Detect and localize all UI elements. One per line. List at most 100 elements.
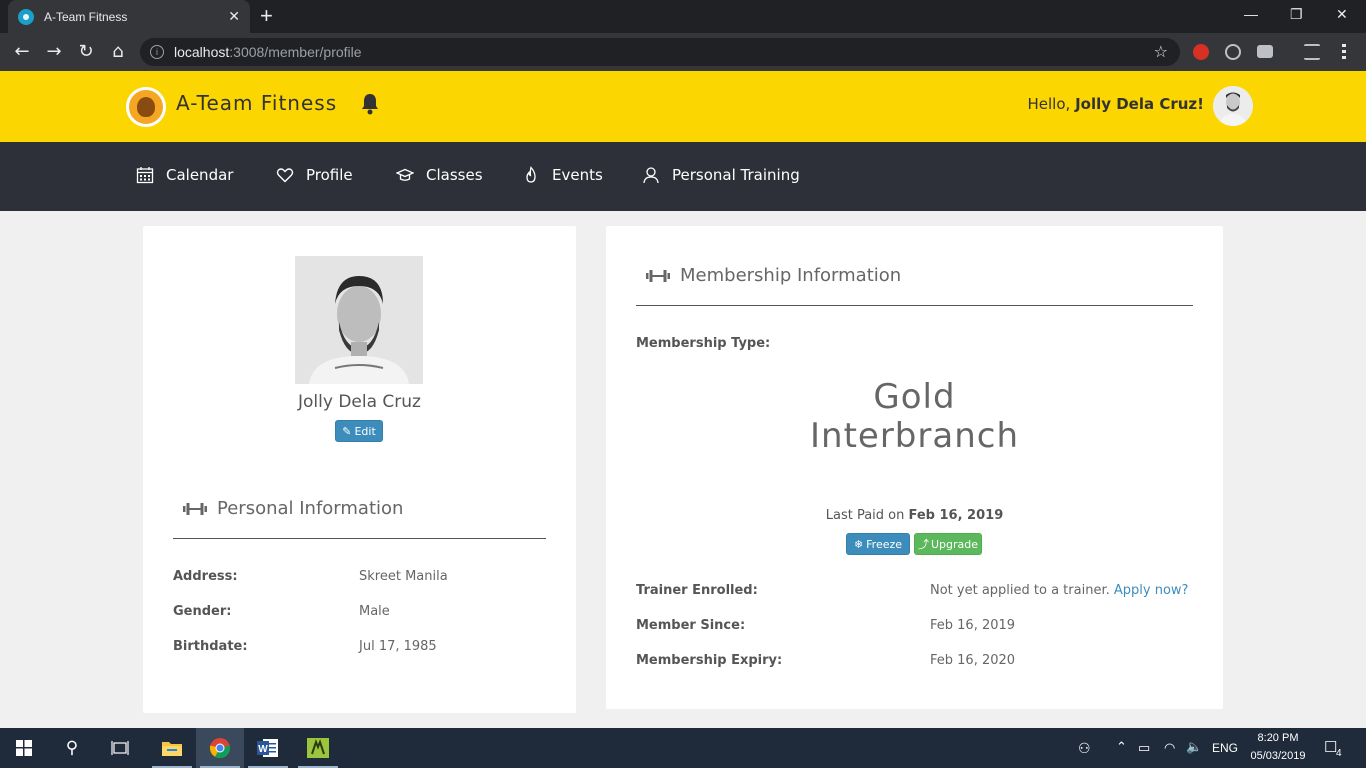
url-path: :3008/member/profile (229, 44, 362, 60)
nav-label-personal-training: Personal Training (672, 166, 800, 184)
browser-toolbar: ← → ↻ ⌂ i localhost:3008/member/profile … (0, 33, 1366, 71)
reload-icon[interactable]: ↻ (76, 42, 96, 62)
membership-info-title: Membership Information (680, 265, 902, 286)
membership-tier: Gold (873, 377, 956, 417)
people-icon[interactable]: ⚇ (1078, 740, 1091, 757)
trainer-value: Not yet applied to a trainer. Apply now? (930, 583, 1188, 598)
language-indicator[interactable]: ENG (1212, 741, 1238, 755)
greeting-prefix: Hello, (1027, 95, 1076, 113)
minimize-icon[interactable]: — (1244, 6, 1258, 22)
url-host: localhost (174, 44, 230, 60)
nav-item-calendar[interactable]: Calendar (136, 166, 233, 184)
edit-label: Edit (354, 424, 376, 438)
new-tab-button[interactable]: + (260, 5, 273, 27)
site-favicon-icon (18, 8, 34, 25)
trainer-status: Not yet applied to a trainer. (930, 583, 1114, 598)
last-paid-text: Last Paid on Feb 16, 2019 (606, 508, 1223, 523)
app-launcher-icon[interactable] (294, 728, 342, 768)
edit-profile-button[interactable]: ✎ Edit (335, 420, 383, 442)
nav-item-classes[interactable]: Classes (396, 166, 483, 184)
upgrade-label: Upgrade (930, 537, 979, 551)
user-icon (643, 167, 659, 184)
brand-name[interactable]: A-Team Fitness (176, 91, 337, 115)
url-text[interactable]: localhost:3008/member/profile (174, 44, 362, 60)
clock-time[interactable]: 8:20 PM (1256, 732, 1300, 744)
browser-tab-strip: A-Team Fitness ✕ + — ❐ ✕ (0, 0, 1366, 33)
extension-stop-icon[interactable] (1193, 44, 1209, 60)
calendar-icon (136, 167, 154, 184)
membership-scope: Interbranch (810, 416, 1019, 456)
bookmark-star-icon[interactable]: ☆ (1154, 42, 1168, 61)
personal-info-title: Personal Information (217, 498, 404, 519)
browser-tab[interactable]: A-Team Fitness ✕ (8, 0, 250, 33)
gender-value: Male (359, 604, 390, 619)
home-icon[interactable]: ⌂ (108, 42, 128, 62)
wifi-icon[interactable]: ◠ (1164, 740, 1175, 756)
notification-count-badge: 4 (1336, 748, 1342, 759)
tab-close-icon[interactable]: ✕ (228, 8, 240, 25)
main-navigation: Calendar Profile Classes Events Personal… (0, 142, 1366, 211)
os-taskbar: ⚲ W ⚇ ⌃ ▭ ◠ 🔈 ENG 8:20 PM 05/03/2019 ☐ 4 (0, 728, 1366, 768)
birthdate-value: Jul 17, 1985 (359, 639, 437, 654)
nav-label-calendar: Calendar (166, 166, 234, 184)
edit-icon: ✎ (342, 424, 352, 438)
volume-icon[interactable]: 🔈 (1186, 739, 1202, 755)
extension-camera-icon[interactable] (1257, 45, 1273, 58)
window-close-icon[interactable]: ✕ (1336, 6, 1348, 23)
freeze-label: Freeze (866, 537, 903, 551)
nav-item-profile[interactable]: Profile (276, 166, 353, 184)
chrome-taskbar-icon[interactable] (196, 728, 244, 768)
greeting-username: Jolly Dela Cruz! (1075, 95, 1204, 113)
member-since-label: Member Since: (636, 618, 746, 633)
member-name: Jolly Dela Cruz (298, 392, 421, 412)
last-paid-date: Feb 16, 2019 (908, 508, 1004, 523)
membership-type-label: Membership Type: (636, 336, 771, 351)
file-explorer-icon[interactable] (148, 728, 196, 768)
expiry-value: Feb 16, 2020 (930, 653, 1016, 668)
section-divider (636, 305, 1193, 306)
trainer-label: Trainer Enrolled: (636, 583, 758, 598)
app-header: A-Team Fitness Hello, Jolly Dela Cruz! (0, 71, 1366, 142)
dumbbell-icon (646, 269, 670, 282)
section-divider (173, 538, 546, 539)
task-view-icon[interactable] (96, 728, 144, 768)
battery-icon[interactable]: ▭ (1138, 740, 1150, 756)
nav-label-events: Events (552, 166, 603, 184)
profile-card: Jolly Dela Cruz ✎ Edit Personal Informat… (143, 226, 576, 713)
nav-label-classes: Classes (426, 166, 483, 184)
expiry-label: Membership Expiry: (636, 653, 783, 668)
restore-icon[interactable]: ❐ (1290, 6, 1303, 23)
word-icon[interactable]: W (244, 728, 292, 768)
dumbbell-icon (183, 502, 207, 515)
apply-now-link[interactable]: Apply now? (1114, 583, 1189, 598)
forward-icon[interactable]: → (44, 42, 64, 62)
membership-card: Membership Information Membership Type: … (606, 226, 1223, 709)
personal-info-heading: Personal Information (183, 498, 403, 519)
search-icon[interactable]: ⚲ (48, 728, 96, 768)
birthdate-label: Birthdate: (173, 639, 248, 654)
chrome-menu-icon[interactable] (1342, 44, 1346, 60)
snowflake-icon: ❄ (853, 537, 864, 551)
notification-bell-icon[interactable] (360, 93, 380, 115)
fire-icon (526, 166, 536, 183)
clock-date[interactable]: 05/03/2019 (1248, 750, 1308, 762)
nav-item-events[interactable]: Events (522, 166, 603, 184)
upgrade-button[interactable]: ⤴ Upgrade (914, 533, 982, 555)
show-hidden-icons-chevron-icon[interactable]: ⌃ (1116, 739, 1127, 755)
brand-logo[interactable] (126, 87, 166, 127)
address-value: Skreet Manila (359, 569, 448, 584)
back-icon[interactable]: ← (12, 42, 32, 62)
nav-item-personal-training[interactable]: Personal Training (642, 166, 800, 184)
avatar[interactable] (1213, 86, 1253, 126)
extension-menu-icon[interactable] (1304, 44, 1320, 60)
site-info-icon[interactable]: i (150, 45, 164, 59)
address-label: Address: (173, 569, 238, 584)
windows-start-icon[interactable] (0, 728, 48, 768)
svg-text:W: W (258, 744, 268, 755)
extension-eye-icon[interactable] (1225, 44, 1241, 60)
gender-label: Gender: (173, 604, 232, 619)
address-bar[interactable]: i localhost:3008/member/profile ☆ (140, 38, 1180, 66)
freeze-button[interactable]: ❄ Freeze (846, 533, 910, 555)
tab-title: A-Team Fitness (44, 9, 128, 24)
member-since-value: Feb 16, 2019 (930, 618, 1016, 633)
